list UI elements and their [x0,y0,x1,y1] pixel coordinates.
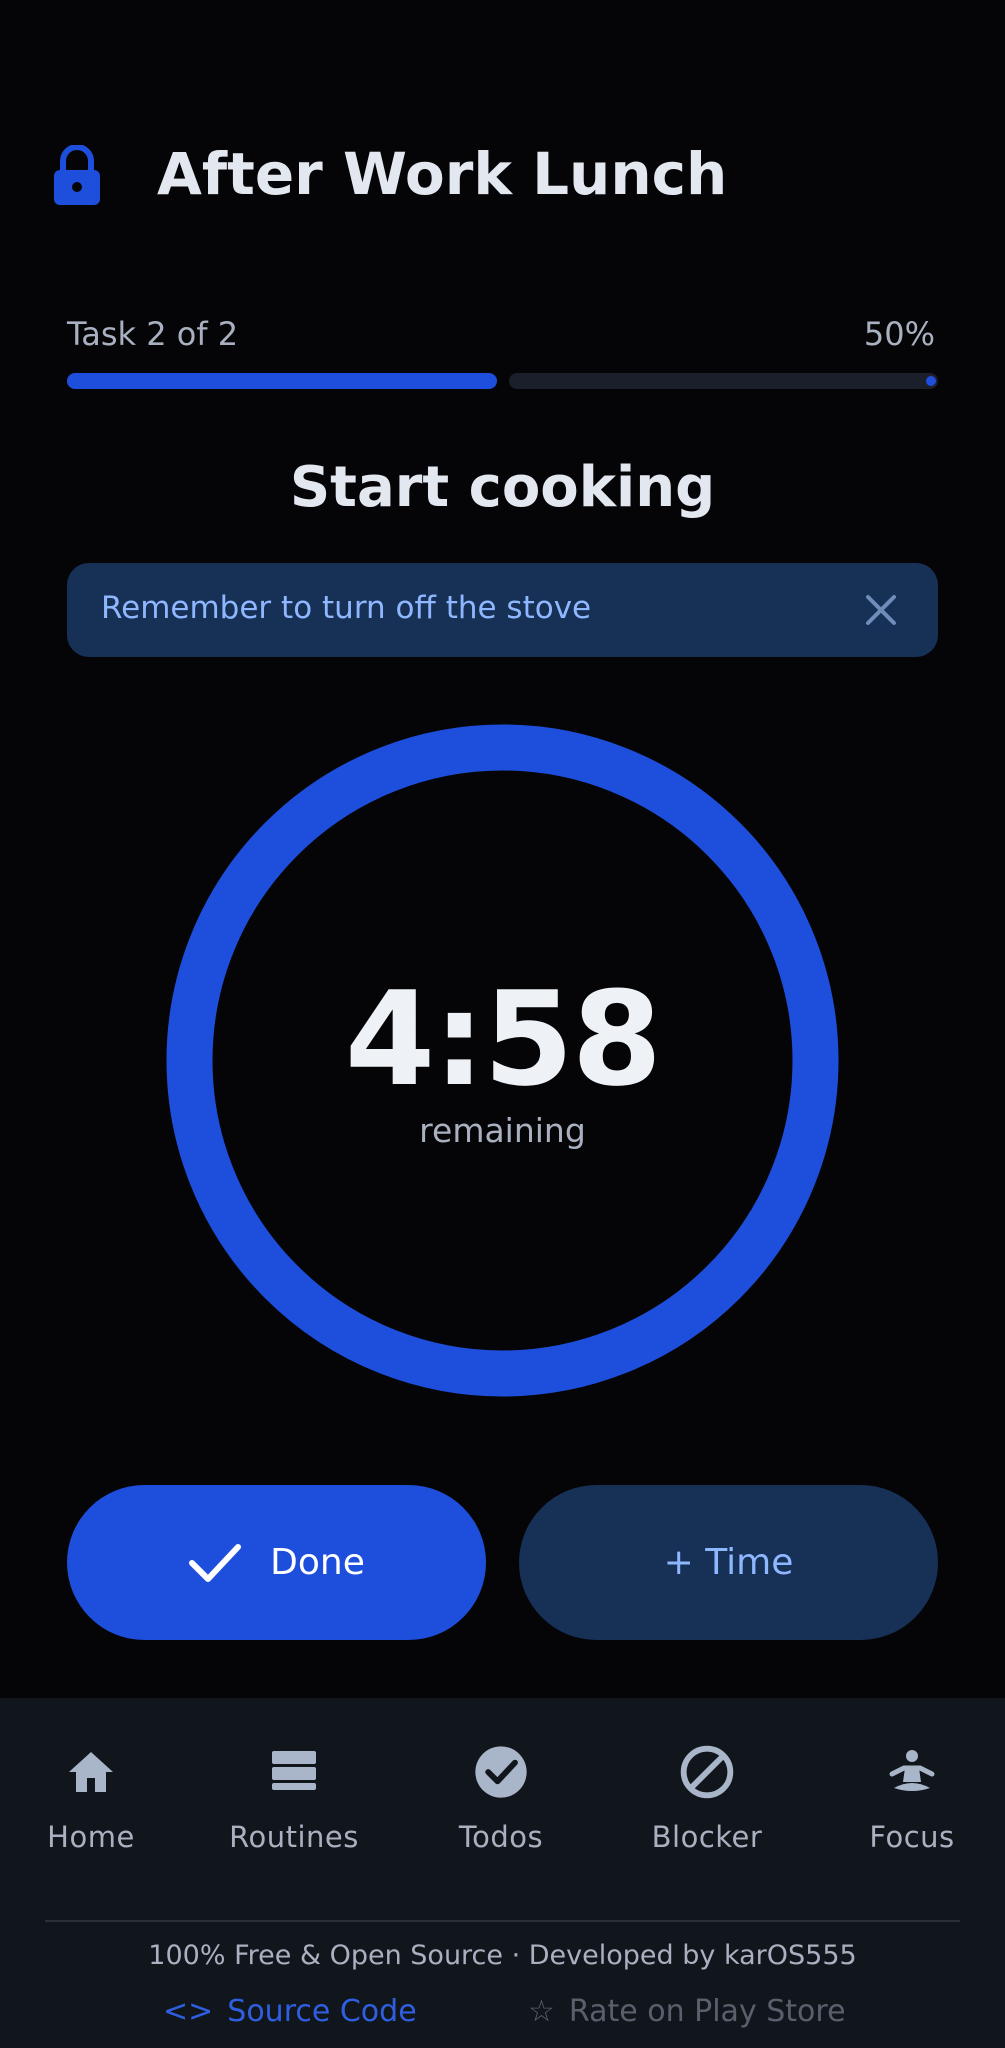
home-icon [69,1752,113,1792]
nav-label-home: Home [47,1820,135,1854]
progress-end-dot [926,376,936,386]
footer-credit: 100% Free & Open Source · Developed by k… [148,1940,857,1971]
routines-icon [272,1751,316,1790]
nav-item-blocker[interactable]: Blocker [617,1745,797,1888]
countdown-timer: 4:58 remaining [165,723,840,1398]
footer-divider [45,1920,960,1922]
nav-item-todos[interactable]: Todos [411,1746,591,1888]
add-time-button[interactable]: + Time [519,1485,938,1640]
nav-item-routines[interactable]: Routines [204,1748,384,1888]
nav-item-focus[interactable]: Focus [822,1748,1002,1888]
bottom-navigation: Home Routines Todos Blocker Focus 100% F… [0,1698,1005,2048]
time-remaining: 4:58 [344,963,662,1115]
check-icon [189,1543,242,1582]
nav-label-routines: Routines [229,1820,359,1854]
lock-icon [54,145,100,205]
source-code-label: Source Code [227,1994,417,2029]
source-code-link[interactable]: <> Source Code [163,1994,417,2029]
progress-percent: 50% [863,315,935,353]
progress-remaining [509,373,938,389]
time-remaining-label: remaining [419,1111,586,1150]
progress-bar [67,373,938,389]
done-button-label: Done [270,1542,365,1583]
star-icon: ☆ [528,1994,555,2029]
code-icon: <> [163,1994,214,2029]
rate-play-store-link[interactable]: ☆ Rate on Play Store [528,1994,846,2029]
nav-label-blocker: Blocker [651,1820,763,1854]
nav-label-todos: Todos [458,1820,544,1854]
progress-label: Task 2 of 2 [67,315,239,353]
rate-label: Rate on Play Store [568,1994,846,2029]
meditation-icon [889,1750,935,1791]
header: After Work Lunch [0,0,1005,260]
progress-fill [67,373,497,389]
task-note: Remember to turn off the stove [67,563,938,657]
nav-label-focus: Focus [869,1820,955,1854]
check-circle-icon [475,1746,527,1798]
routine-title: After Work Lunch [157,140,728,208]
task-note-text: Remember to turn off the stove [101,590,592,626]
nav-item-home[interactable]: Home [1,1748,181,1888]
task-title: Start cooking [289,455,716,520]
block-icon [680,1745,734,1799]
done-button[interactable]: Done [67,1485,486,1640]
close-icon[interactable] [862,591,900,629]
add-time-button-label: + Time [663,1542,794,1583]
